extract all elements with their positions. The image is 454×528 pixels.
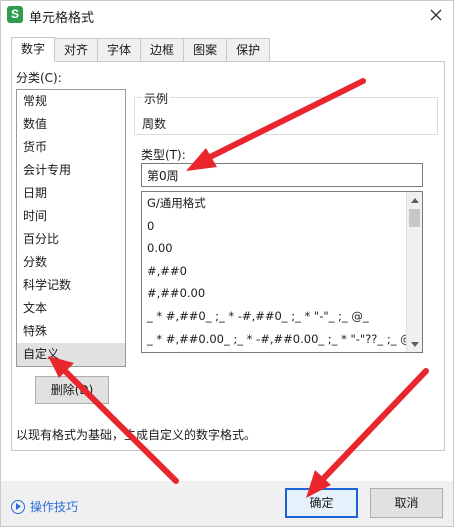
tab-patterns[interactable]: 图案	[184, 38, 228, 62]
sample-label: 示例	[142, 90, 171, 107]
category-item-accounting[interactable]: 会计专用	[17, 159, 125, 182]
cancel-button[interactable]: 取消	[370, 488, 443, 518]
close-button[interactable]	[425, 4, 447, 26]
category-item-percentage[interactable]: 百分比	[17, 228, 125, 251]
dialog-title: 单元格格式	[29, 11, 95, 26]
category-item-special[interactable]: 特殊	[17, 320, 125, 343]
play-icon	[11, 499, 25, 514]
chevron-up-icon	[411, 197, 419, 203]
ok-button[interactable]: 确定	[285, 488, 358, 518]
category-item-fraction[interactable]: 分数	[17, 251, 125, 274]
format-item[interactable]: #,##0	[142, 260, 406, 283]
app-icon: S	[7, 6, 23, 23]
format-item[interactable]: 0	[142, 215, 406, 238]
tab-bar: 数字 对齐 字体 边框 图案 保护	[11, 37, 271, 62]
category-item-custom[interactable]: 自定义	[17, 343, 125, 366]
format-code-list: G/通用格式 0 0.00 #,##0 #,##0.00 _ * #,##0_ …	[141, 191, 423, 353]
tab-font[interactable]: 字体	[98, 38, 142, 62]
scroll-up-button[interactable]	[407, 192, 422, 208]
tips-label: 操作技巧	[30, 500, 79, 514]
format-item[interactable]: #,##0.00	[142, 282, 406, 305]
sample-box	[134, 97, 438, 135]
sample-value: 周数	[142, 117, 167, 131]
category-item-date[interactable]: 日期	[17, 182, 125, 205]
tab-border[interactable]: 边框	[141, 38, 185, 62]
close-icon	[430, 9, 442, 21]
description-text: 以现有格式为基础，生成自定义的数字格式。	[16, 428, 257, 442]
format-list-scrollbar[interactable]	[406, 192, 422, 352]
category-label: 分类(C):	[16, 71, 62, 85]
delete-button[interactable]: 删除(D)	[35, 376, 109, 404]
category-item-currency[interactable]: 货币	[17, 136, 125, 159]
format-item[interactable]: _ * #,##0.00_ ;_ * -#,##0.00_ ;_ * "-"??…	[142, 328, 406, 351]
category-item-scientific[interactable]: 科学记数	[17, 274, 125, 297]
type-label: 类型(T):	[141, 148, 186, 162]
format-cells-dialog: S 单元格格式 数字 对齐 字体 边框 图案 保护 分类(C): 常规 数值 货…	[0, 0, 454, 527]
type-input[interactable]	[141, 163, 423, 187]
scroll-thumb[interactable]	[409, 209, 420, 227]
scroll-down-button[interactable]	[407, 336, 422, 352]
category-item-general[interactable]: 常规	[17, 90, 125, 113]
tab-alignment[interactable]: 对齐	[55, 38, 99, 62]
format-item[interactable]: G/通用格式	[142, 192, 406, 215]
tab-number[interactable]: 数字	[11, 37, 56, 62]
category-item-number[interactable]: 数值	[17, 113, 125, 136]
chevron-down-icon	[411, 341, 419, 347]
category-list: 常规 数值 货币 会计专用 日期 时间 百分比 分数 科学记数 文本 特殊 自定…	[16, 89, 126, 367]
tab-protection[interactable]: 保护	[227, 38, 271, 62]
format-item[interactable]: 0.00	[142, 237, 406, 260]
title-bar: S 单元格格式	[1, 1, 453, 29]
format-item[interactable]: _ * #,##0_ ;_ * -#,##0_ ;_ * "-"_ ;_ @_	[142, 305, 406, 328]
category-item-time[interactable]: 时间	[17, 205, 125, 228]
tips-link[interactable]: 操作技巧	[11, 498, 78, 515]
category-item-text[interactable]: 文本	[17, 297, 125, 320]
